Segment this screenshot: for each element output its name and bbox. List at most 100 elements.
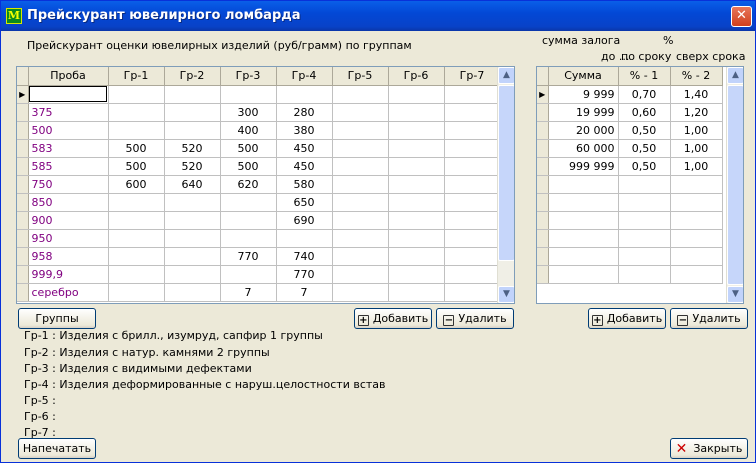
price-cell[interactable] <box>332 283 389 302</box>
scroll-thumb[interactable] <box>498 85 514 261</box>
column-header[interactable]: Гр-5 <box>332 67 389 86</box>
price-cell[interactable] <box>220 229 277 248</box>
price-cell[interactable] <box>108 193 165 212</box>
groups-button[interactable]: Группы <box>18 308 96 329</box>
price-cell[interactable] <box>388 193 445 212</box>
empty-cell[interactable] <box>670 211 723 230</box>
sum-cell[interactable]: 999 999 <box>548 157 619 176</box>
price-cell[interactable]: 740 <box>276 247 333 266</box>
percent-cell[interactable]: 1,00 <box>670 139 723 158</box>
price-cell[interactable] <box>220 193 277 212</box>
price-grid-scrollbar[interactable]: ▲ ▼ <box>497 67 514 303</box>
table-row[interactable]: 750 600 640 620 580 <box>17 175 501 194</box>
column-header[interactable]: Гр-1 <box>108 67 165 86</box>
price-cell[interactable] <box>444 229 501 248</box>
delete-price-button[interactable]: − Удалить <box>436 308 514 329</box>
delete-rate-button[interactable]: − Удалить <box>670 308 748 329</box>
sum-cell[interactable]: 60 000 <box>548 139 619 158</box>
proba-cell[interactable]: 950 <box>28 229 109 248</box>
price-cell[interactable] <box>332 265 389 284</box>
price-cell[interactable] <box>276 229 333 248</box>
window-close-button[interactable]: ✕ <box>731 6 752 27</box>
percent-cell[interactable]: 0,60 <box>618 103 671 122</box>
price-cell[interactable] <box>220 265 277 284</box>
proba-cell[interactable]: 583 <box>28 139 109 158</box>
price-cell[interactable]: 7 <box>276 283 333 302</box>
empty-cell[interactable] <box>548 175 619 194</box>
price-cell[interactable] <box>108 229 165 248</box>
price-cell[interactable] <box>388 157 445 176</box>
empty-cell[interactable] <box>548 193 619 212</box>
price-cell[interactable] <box>444 103 501 122</box>
column-header[interactable]: Гр-2 <box>164 67 221 86</box>
price-cell[interactable] <box>332 85 389 104</box>
price-cell[interactable] <box>388 265 445 284</box>
price-cell[interactable] <box>108 265 165 284</box>
price-cell[interactable] <box>388 283 445 302</box>
price-cell[interactable] <box>444 139 501 158</box>
price-cell[interactable] <box>108 247 165 266</box>
table-row[interactable]: 60 000 0,50 1,00 <box>537 139 723 158</box>
price-cell[interactable] <box>388 121 445 140</box>
rate-grid-scrollbar[interactable]: ▲ ▼ <box>726 67 743 303</box>
proba-cell[interactable]: 958 <box>28 247 109 266</box>
scroll-down-icon[interactable]: ▼ <box>727 286 743 303</box>
empty-cell[interactable] <box>548 229 619 248</box>
add-price-button[interactable]: + Добавить <box>354 308 432 329</box>
price-cell[interactable]: 500 <box>220 139 277 158</box>
price-cell[interactable] <box>164 85 221 104</box>
percent-cell[interactable]: 0,70 <box>618 85 671 104</box>
price-cell[interactable] <box>388 229 445 248</box>
table-row[interactable]: 999,9 770 <box>17 265 501 284</box>
column-header[interactable]: Проба <box>28 67 109 86</box>
empty-cell[interactable] <box>670 229 723 248</box>
price-cell[interactable] <box>444 265 501 284</box>
price-cell[interactable] <box>332 193 389 212</box>
price-cell[interactable] <box>220 211 277 230</box>
price-cell[interactable] <box>388 85 445 104</box>
add-rate-button[interactable]: + Добавить <box>588 308 666 329</box>
price-cell[interactable]: 450 <box>276 157 333 176</box>
table-row[interactable] <box>537 229 723 248</box>
percent-cell[interactable]: 1,00 <box>670 157 723 176</box>
price-cell[interactable] <box>388 139 445 158</box>
price-cell[interactable]: 770 <box>276 265 333 284</box>
price-cell[interactable] <box>332 229 389 248</box>
price-cell[interactable] <box>164 247 221 266</box>
price-cell[interactable] <box>388 103 445 122</box>
price-cell[interactable]: 280 <box>276 103 333 122</box>
price-cell[interactable] <box>164 103 221 122</box>
empty-cell[interactable] <box>618 247 671 266</box>
proba-cell[interactable]: 900 <box>28 211 109 230</box>
proba-cell[interactable]: 850 <box>28 193 109 212</box>
table-row[interactable]: 19 999 0,60 1,20 <box>537 103 723 122</box>
price-cell[interactable]: 500 <box>108 139 165 158</box>
price-cell[interactable] <box>444 211 501 230</box>
proba-cell[interactable]: 500 <box>28 121 109 140</box>
table-row[interactable]: 950 <box>17 229 501 248</box>
table-row[interactable]: 585 500 520 500 450 <box>17 157 501 176</box>
sum-cell[interactable]: 19 999 <box>548 103 619 122</box>
price-cell[interactable] <box>332 247 389 266</box>
table-row[interactable]: 500 400 380 <box>17 121 501 140</box>
price-cell[interactable] <box>164 283 221 302</box>
empty-cell[interactable] <box>618 265 671 284</box>
table-row[interactable]: 375 300 280 <box>17 103 501 122</box>
table-row[interactable] <box>537 193 723 212</box>
percent-cell[interactable]: 1,00 <box>670 121 723 140</box>
price-cell[interactable] <box>332 211 389 230</box>
rate-grid[interactable]: Сумма% - 1% - 2 ▶ 9 999 0,70 1,40 19 999 0,60… <box>536 66 744 304</box>
empty-cell[interactable] <box>548 211 619 230</box>
price-cell[interactable]: 580 <box>276 175 333 194</box>
percent-cell[interactable]: 1,20 <box>670 103 723 122</box>
price-cell[interactable] <box>444 157 501 176</box>
scroll-up-icon[interactable]: ▲ <box>727 67 743 84</box>
price-cell[interactable]: 7 <box>220 283 277 302</box>
price-cell[interactable]: 520 <box>164 139 221 158</box>
price-cell[interactable] <box>164 121 221 140</box>
table-row[interactable]: 850 650 <box>17 193 501 212</box>
price-cell[interactable]: 500 <box>108 157 165 176</box>
price-cell[interactable] <box>388 211 445 230</box>
empty-cell[interactable] <box>618 175 671 194</box>
price-cell[interactable] <box>164 229 221 248</box>
